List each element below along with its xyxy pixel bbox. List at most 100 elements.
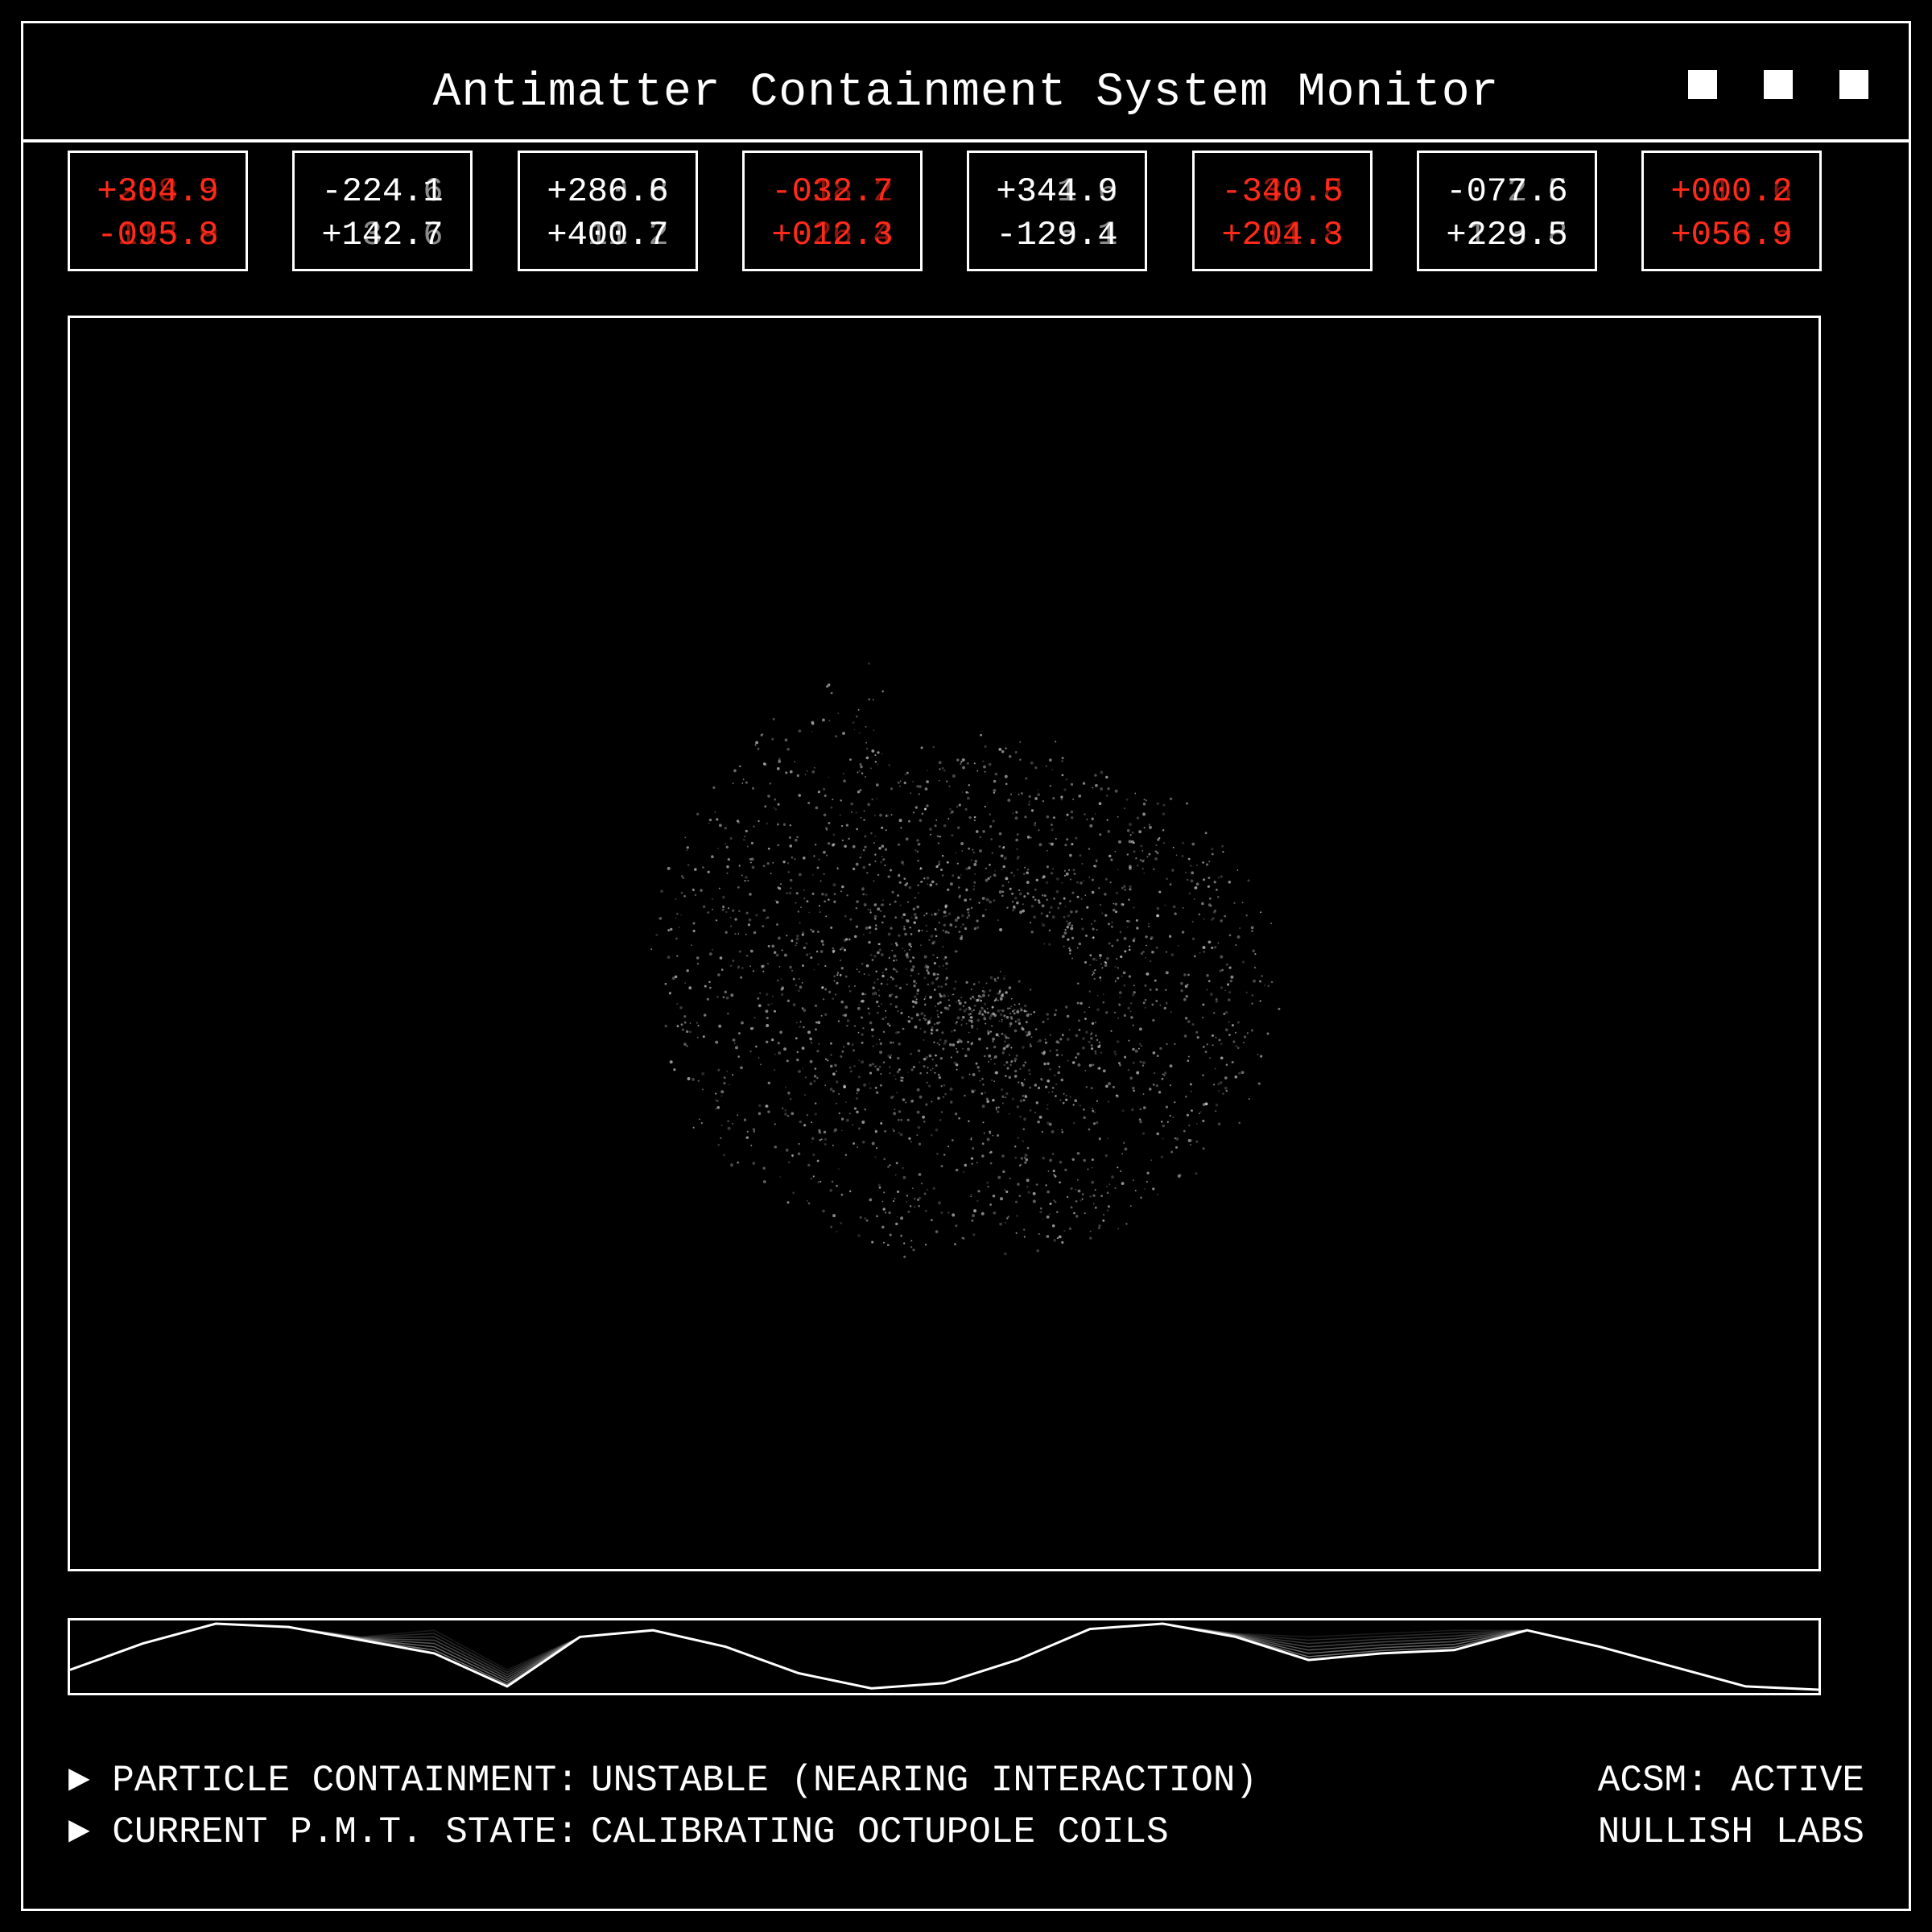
particle	[824, 964, 827, 968]
particle	[1094, 1022, 1096, 1024]
particle	[932, 972, 936, 976]
particle	[1217, 896, 1220, 898]
particle	[807, 1030, 811, 1034]
particle	[810, 956, 813, 960]
particle	[766, 916, 770, 919]
particle	[893, 1112, 897, 1116]
particle	[1024, 1161, 1027, 1164]
particle	[1278, 1007, 1281, 1010]
particle	[1055, 877, 1059, 881]
particle	[936, 1022, 939, 1025]
particle	[852, 1142, 856, 1145]
particle	[907, 1020, 911, 1023]
particle	[995, 1033, 999, 1037]
particle	[1026, 892, 1030, 896]
particle	[726, 1070, 729, 1072]
particle	[1042, 877, 1044, 879]
particle	[786, 1201, 790, 1204]
particle	[877, 943, 881, 946]
particle	[893, 954, 897, 958]
particle	[686, 846, 689, 849]
particle	[1019, 741, 1022, 743]
particle	[877, 907, 881, 911]
particle	[1005, 747, 1007, 749]
particle	[1154, 857, 1158, 861]
particle	[1078, 1019, 1080, 1022]
particle	[816, 931, 819, 933]
particle	[1112, 1085, 1115, 1088]
particle	[771, 944, 775, 948]
particle	[889, 1056, 892, 1059]
particle	[946, 861, 949, 864]
window-control-button-2[interactable]	[1764, 70, 1793, 99]
particle	[1158, 1091, 1162, 1094]
particle	[1033, 823, 1037, 827]
particle	[976, 770, 979, 772]
particle	[798, 1070, 801, 1073]
particle	[724, 843, 727, 845]
particle	[998, 890, 1002, 894]
particle	[718, 1024, 722, 1028]
particle	[1066, 1195, 1069, 1199]
particle	[1017, 1183, 1020, 1186]
particle	[1248, 1097, 1250, 1100]
particle	[828, 898, 830, 901]
particle	[1120, 1170, 1122, 1173]
particle	[920, 1183, 923, 1185]
particle	[825, 828, 828, 831]
window-control-button-3[interactable]	[1839, 70, 1868, 99]
particle	[1131, 1108, 1134, 1112]
particle	[911, 1187, 914, 1190]
particle	[748, 918, 752, 922]
particle	[1010, 871, 1013, 874]
particle	[1004, 1252, 1007, 1256]
particle	[859, 856, 862, 859]
particle	[867, 908, 869, 910]
particle	[1127, 1006, 1130, 1010]
particle	[983, 987, 985, 989]
particle	[968, 1007, 972, 1010]
particle	[1180, 981, 1183, 985]
particle	[1049, 929, 1051, 931]
particle	[668, 992, 671, 995]
particle	[1027, 1013, 1030, 1016]
particle	[1153, 868, 1155, 870]
particle	[745, 876, 748, 879]
particle	[1077, 1063, 1081, 1067]
particle	[882, 1191, 885, 1193]
particle	[862, 934, 865, 936]
particle	[722, 996, 725, 999]
window-control-button-1[interactable]	[1688, 70, 1717, 99]
particle	[1172, 846, 1174, 848]
particle	[847, 1042, 850, 1046]
particle	[1212, 910, 1216, 914]
particle	[814, 1067, 817, 1070]
particle	[863, 1083, 867, 1087]
particle	[960, 873, 962, 876]
particle	[966, 762, 969, 765]
particle	[1100, 1195, 1103, 1197]
particle	[1169, 1114, 1171, 1117]
particle	[1088, 990, 1092, 993]
particle	[1208, 940, 1212, 944]
particle	[818, 905, 821, 907]
particle	[799, 922, 801, 924]
particle	[957, 999, 960, 1002]
particle	[1165, 951, 1168, 953]
particle	[1027, 1191, 1030, 1194]
particle	[1001, 1048, 1005, 1051]
particle	[1170, 1011, 1172, 1013]
particle	[956, 1040, 960, 1044]
particle	[989, 1030, 993, 1033]
particle	[916, 1110, 920, 1114]
particle	[813, 1080, 816, 1083]
particle	[1181, 931, 1185, 934]
status-panel: ► PARTICLE CONTAINMENT: UNSTABLE (NEARIN…	[68, 1755, 1257, 1858]
particle	[759, 992, 762, 994]
particle	[898, 1068, 901, 1071]
particle	[894, 1078, 897, 1080]
particle	[907, 901, 910, 903]
particle	[989, 976, 993, 980]
particle	[963, 758, 966, 762]
particle	[1103, 1214, 1105, 1216]
